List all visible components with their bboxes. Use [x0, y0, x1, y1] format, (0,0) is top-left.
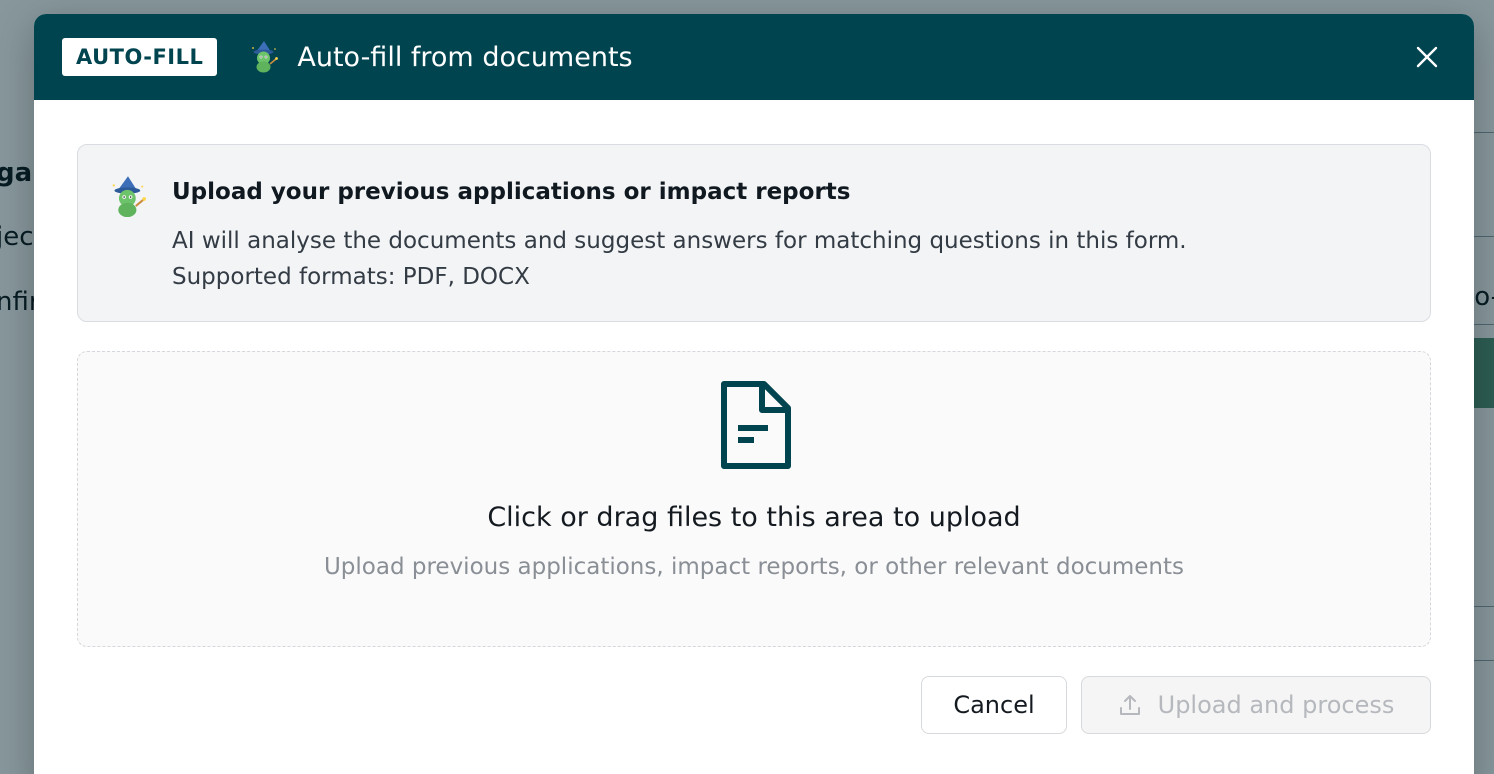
upload-button-label: Upload and process: [1157, 691, 1395, 719]
modal-header: AUTO-FILL Auto-fill from documents: [34, 14, 1474, 100]
supported-formats: Supported formats: PDF, DOCX: [172, 264, 530, 290]
info-description: AI will analyse the documents and sugges…: [172, 223, 1400, 295]
dropzone-hint: Upload previous applications, impact rep…: [323, 554, 1185, 580]
close-icon[interactable]: [1412, 42, 1442, 72]
cancel-button[interactable]: Cancel: [921, 676, 1067, 734]
file-icon: [721, 381, 791, 469]
upload-icon: [1119, 695, 1140, 715]
autofill-badge: AUTO-FILL: [62, 38, 218, 76]
dropzone-title: Click or drag files to this area to uplo…: [487, 502, 1021, 533]
upload-and-process-button[interactable]: Upload and process: [1081, 676, 1431, 734]
info-panel: Upload your previous applications or imp…: [77, 144, 1431, 322]
info-title: Upload your previous applications or imp…: [172, 179, 851, 205]
modal-body: Upload your previous applications or imp…: [34, 100, 1474, 647]
info-description-text: AI will analyse the documents and sugges…: [172, 228, 1187, 254]
modal-title: Auto-fill from documents: [297, 41, 633, 73]
autofill-modal: AUTO-FILL Auto-fill from documents Uploa…: [34, 14, 1474, 774]
wizard-mascot-icon: [112, 176, 146, 218]
modal-footer: Cancel Upload and process: [921, 676, 1431, 734]
file-dropzone[interactable]: Click or drag files to this area to uplo…: [77, 351, 1431, 647]
wizard-mascot-icon: [252, 41, 279, 73]
